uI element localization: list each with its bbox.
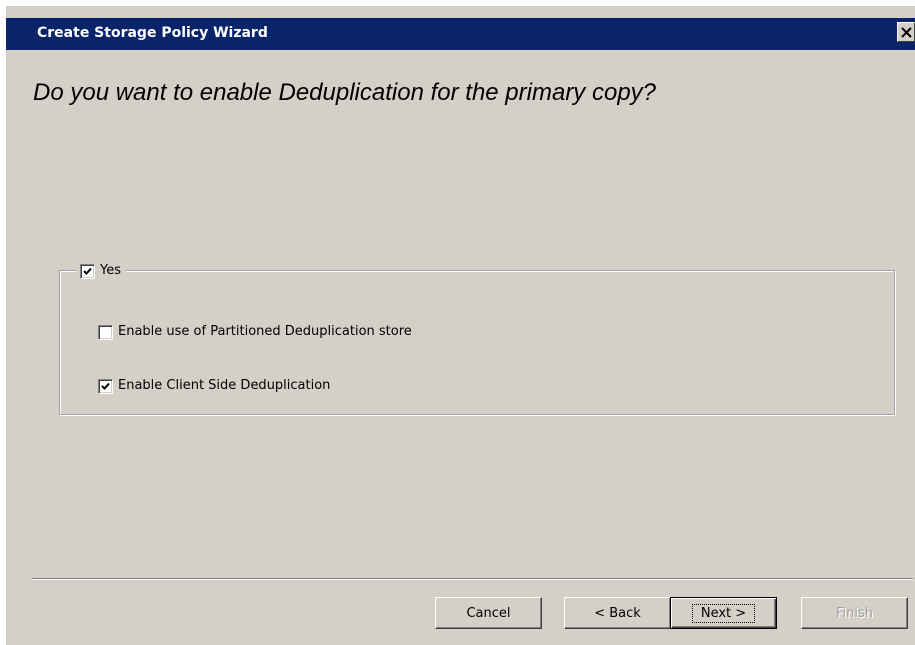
client-side-dedup-label: Enable Client Side Deduplication	[118, 378, 331, 393]
close-button[interactable]	[897, 22, 915, 42]
button-separator	[32, 578, 913, 580]
checkmark-icon	[101, 382, 110, 390]
finish-button-label: Finish	[835, 605, 873, 621]
window-title: Create Storage Policy Wizard	[37, 25, 268, 41]
next-button[interactable]: Next >	[670, 597, 777, 629]
wizard-window: Create Storage Policy Wizard Do you want…	[6, 6, 915, 645]
back-button-label: < Back	[594, 605, 641, 621]
cancel-button[interactable]: Cancel	[435, 597, 542, 629]
yes-label: Yes	[100, 263, 121, 278]
yes-checkbox[interactable]	[80, 263, 95, 279]
title-bar[interactable]: Create Storage Policy Wizard	[6, 18, 915, 50]
partitioned-dedup-checkbox[interactable]	[98, 324, 113, 340]
client-side-dedup-option[interactable]: Enable Client Side Deduplication	[98, 376, 330, 396]
finish-button: Finish	[801, 597, 908, 629]
cancel-button-label: Cancel	[466, 605, 511, 621]
deduplication-groupbox: Yes Enable use of Partitioned Deduplicat…	[59, 261, 895, 415]
partitioned-dedup-label: Enable use of Partitioned Deduplication …	[118, 324, 412, 339]
back-button[interactable]: < Back	[564, 597, 671, 629]
next-button-label: Next >	[691, 603, 756, 623]
checkmark-icon	[83, 267, 92, 275]
page-question: Do you want to enable Deduplication for …	[33, 79, 657, 106]
yes-option[interactable]: Yes	[76, 261, 126, 281]
client-side-dedup-checkbox[interactable]	[98, 378, 113, 394]
partitioned-dedup-option[interactable]: Enable use of Partitioned Deduplication …	[98, 322, 412, 342]
